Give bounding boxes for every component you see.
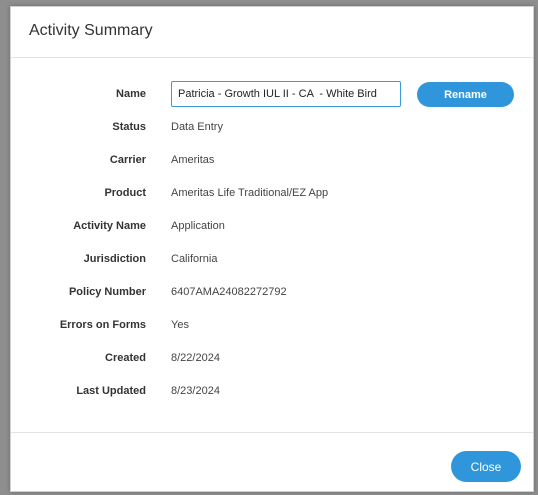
- field-value: 6407AMA24082272792: [171, 286, 287, 298]
- field-row-product: Product Ameritas Life Traditional/EZ App: [11, 182, 533, 206]
- name-input[interactable]: [171, 81, 401, 107]
- close-button[interactable]: Close: [451, 451, 521, 482]
- field-value: 8/23/2024: [171, 385, 220, 397]
- dialog-title: Activity Summary: [29, 22, 153, 39]
- field-label: Activity Name: [73, 220, 146, 232]
- field-value: Yes: [171, 319, 189, 331]
- field-value: Ameritas: [171, 154, 215, 166]
- field-label: Policy Number: [68, 286, 146, 298]
- field-label: Name: [116, 88, 146, 100]
- field-value: California: [171, 253, 218, 265]
- field-value: 8/22/2024: [171, 352, 220, 364]
- field-label: Last Updated: [76, 385, 146, 397]
- field-row-status: Status Data Entry: [11, 116, 533, 140]
- field-row-last-updated: Last Updated 8/23/2024: [11, 380, 533, 404]
- field-value: Data Entry: [171, 121, 223, 133]
- dialog-footer-divider: [11, 432, 533, 433]
- activity-summary-dialog: Activity Summary Name Rename Status Data…: [10, 6, 534, 492]
- field-row-policy-number: Policy Number 6407AMA24082272792: [11, 281, 533, 305]
- field-row-created: Created 8/22/2024: [11, 347, 533, 371]
- field-row-errors-on-forms: Errors on Forms Yes: [11, 314, 533, 338]
- field-value: Application: [171, 220, 225, 232]
- dialog-header: Activity Summary: [11, 7, 533, 58]
- field-row-carrier: Carrier Ameritas: [11, 149, 533, 173]
- field-label: Product: [104, 187, 146, 199]
- field-row-activity-name: Activity Name Application: [11, 215, 533, 239]
- field-label: Errors on Forms: [59, 319, 146, 331]
- rename-button[interactable]: Rename: [417, 82, 514, 107]
- field-value: Ameritas Life Traditional/EZ App: [171, 187, 329, 199]
- field-row-name: Name Rename: [11, 81, 533, 107]
- field-row-jurisdiction: Jurisdiction California: [11, 248, 533, 272]
- field-label: Carrier: [109, 154, 146, 166]
- field-label: Status: [112, 121, 146, 133]
- field-label: Created: [105, 352, 146, 364]
- field-label: Jurisdiction: [83, 253, 146, 265]
